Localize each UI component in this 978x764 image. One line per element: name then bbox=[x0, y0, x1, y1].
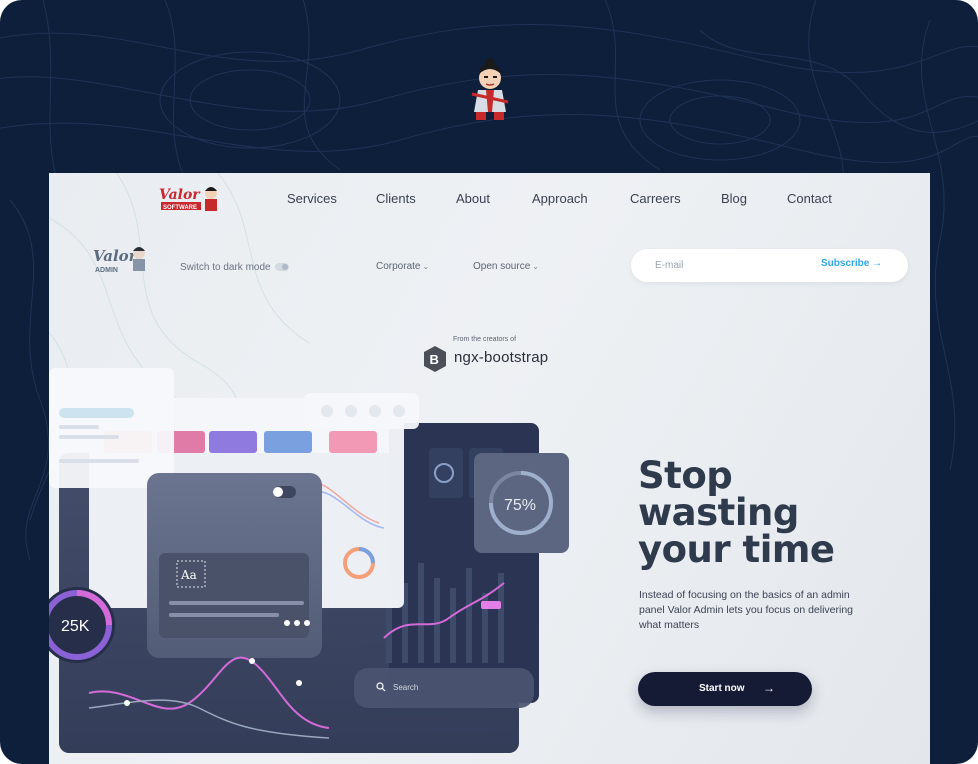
start-now-label: Start now bbox=[699, 683, 745, 694]
dropdown-open-source-label: Open source bbox=[473, 261, 531, 272]
nav-item-about[interactable]: About bbox=[456, 191, 490, 206]
nav-item-careers[interactable]: Carreers bbox=[630, 191, 681, 206]
landing-page: Valor SOFTWARE Services Clients About Ap… bbox=[49, 173, 930, 764]
dropdown-corporate-label: Corporate bbox=[376, 261, 421, 272]
start-now-button[interactable]: Start now → bbox=[638, 672, 812, 706]
stat-75-percent: 75% bbox=[504, 497, 536, 514]
hero-subtext: Instead of focusing on the basics of an … bbox=[639, 589, 854, 631]
svg-text:Valor: Valor bbox=[93, 247, 138, 265]
nav-item-services[interactable]: Services bbox=[287, 191, 337, 206]
subscribe-button[interactable]: Subscribe → bbox=[821, 258, 882, 269]
svg-text:Valor: Valor bbox=[159, 187, 201, 203]
valor-admin-logo[interactable]: Valor ADMIN bbox=[91, 241, 153, 277]
page-frame: Valor SOFTWARE Services Clients About Ap… bbox=[0, 0, 978, 764]
svg-text:SOFTWARE: SOFTWARE bbox=[163, 205, 197, 211]
nav-item-blog[interactable]: Blog bbox=[721, 191, 747, 206]
email-field[interactable] bbox=[655, 258, 805, 272]
dark-mode-label: Switch to dark mode bbox=[180, 262, 271, 273]
nav-item-clients[interactable]: Clients bbox=[376, 191, 416, 206]
svg-text:ADMIN: ADMIN bbox=[95, 267, 118, 274]
arrow-right-icon: → bbox=[763, 681, 775, 695]
dropdown-open-source[interactable]: Open source ⌄ bbox=[473, 261, 539, 272]
samurai-mascot-icon bbox=[471, 58, 509, 120]
mock-search-placeholder: Search bbox=[393, 683, 418, 692]
chevron-down-icon: ⌄ bbox=[422, 262, 430, 271]
dark-mode-toggle[interactable] bbox=[275, 263, 289, 271]
subscribe-form: Subscribe → bbox=[631, 249, 908, 282]
dashboard-mockup-illustration: 75% Aa 25K Search bbox=[49, 368, 569, 753]
creators-caption: From the creators of bbox=[453, 336, 517, 343]
chevron-down-icon: ⌄ bbox=[532, 262, 539, 271]
valor-software-logo[interactable]: Valor SOFTWARE bbox=[157, 183, 221, 215]
stat-25k: 25K bbox=[61, 618, 90, 635]
nav-item-contact[interactable]: Contact bbox=[787, 191, 832, 206]
hero-headline: Stop wasting your time bbox=[638, 454, 835, 571]
card-aa-text: Aa bbox=[180, 568, 197, 582]
dropdown-corporate[interactable]: Corporate ⌄ bbox=[376, 261, 429, 272]
nav-item-approach[interactable]: Approach bbox=[532, 191, 588, 206]
